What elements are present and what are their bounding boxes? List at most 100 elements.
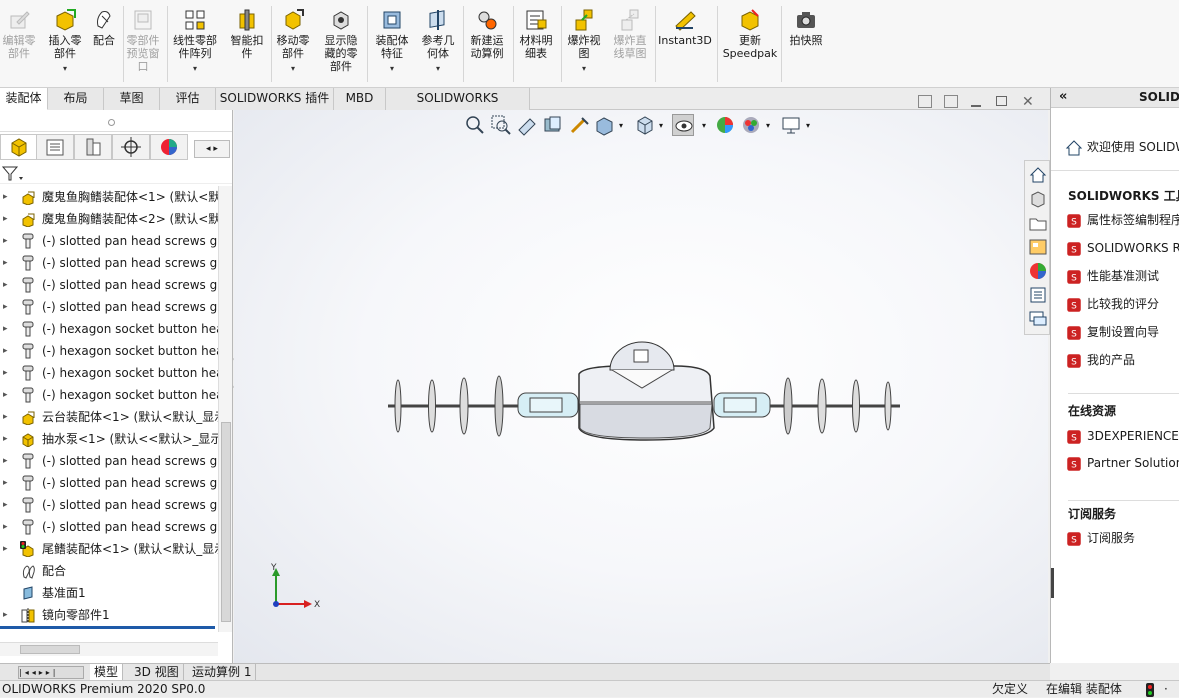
ribbon-button-reference-geometry[interactable]: 参考几 何体 ▾ — [416, 6, 460, 86]
tools-link[interactable]: S 我的产品 — [1065, 350, 1135, 370]
chevron-down-icon[interactable]: ▾ — [416, 62, 460, 75]
configurationmanager-tab[interactable] — [74, 134, 112, 160]
expand-arrow-icon[interactable]: ▸ — [3, 340, 8, 362]
ribbon-button-show-hidden[interactable]: 显示隐 藏的零 部件 — [318, 6, 364, 86]
tree-item[interactable]: ▸ (-) slotted pan head screws gb — [0, 494, 218, 516]
design-library-icon[interactable] — [1028, 189, 1048, 209]
collapse-pane-icon[interactable]: « — [1059, 89, 1067, 104]
filter-icon[interactable] — [2, 165, 24, 183]
tree-item[interactable]: ▸ (-) slotted pan head screws gb — [0, 274, 218, 296]
expand-arrow-icon[interactable]: ▸ — [3, 538, 8, 560]
chevron-down-icon[interactable]: ▾ — [44, 62, 86, 75]
previous-view-icon[interactable] — [918, 95, 932, 108]
tree-item[interactable]: ▸ (-) slotted pan head screws gb — [0, 450, 218, 472]
restore-icon[interactable] — [996, 96, 1007, 106]
panel-splitter[interactable] — [0, 114, 232, 132]
expand-arrow-icon[interactable]: ▸ — [3, 296, 8, 318]
tab-5[interactable]: MBD — [334, 88, 386, 110]
ribbon-button-linear-pattern[interactable]: 线性零部 件阵列 ▾ — [166, 6, 224, 86]
dynamic-annotation-icon[interactable] — [568, 114, 590, 136]
display-style-dropdown[interactable]: ▾ — [659, 121, 663, 130]
expand-arrow-icon[interactable]: ▸ — [3, 318, 8, 340]
tab-2[interactable]: 草图 — [104, 88, 160, 110]
tree-item[interactable]: ▸ 抽水泵<1> (默认<<默认>_显示 — [0, 428, 218, 450]
apply-scene-dropdown[interactable]: ▾ — [766, 121, 770, 130]
tree-item[interactable]: ▸ (-) hexagon socket button hea — [0, 318, 218, 340]
status-more-icon[interactable]: · — [1164, 681, 1168, 698]
expand-arrow-icon[interactable]: ▸ — [3, 274, 8, 296]
tab-3[interactable]: 评估 — [160, 88, 216, 110]
tree-vertical-scrollbar[interactable] — [218, 186, 232, 632]
tree-item[interactable]: ▸ (-) slotted pan head screws gb — [0, 252, 218, 274]
tree-item[interactable]: ▸ (-) hexagon socket button hea — [0, 384, 218, 406]
tools-link[interactable]: S 属性标签编制程序 — [1065, 210, 1179, 230]
display-style-icon[interactable] — [634, 114, 656, 136]
tree-item[interactable]: ▸ 魔鬼鱼胸鳍装配体<1> (默认<默 — [0, 186, 218, 208]
tree-item[interactable]: 基准面1 — [0, 582, 218, 604]
expand-arrow-icon[interactable]: ▸ — [3, 604, 8, 626]
tab-0[interactable]: 装配体 — [0, 88, 48, 110]
view-orientation-dropdown[interactable]: ▾ — [619, 121, 623, 130]
ribbon-button-move-component[interactable]: 移动零 部件 ▾ — [270, 6, 316, 86]
view-orientation-icon[interactable] — [594, 114, 616, 136]
view-palette-icon[interactable] — [1028, 237, 1048, 257]
file-explorer-icon[interactable] — [1028, 213, 1048, 233]
expand-arrow-icon[interactable]: ▸ — [3, 472, 8, 494]
ribbon-button-edit-component[interactable]: 编辑零 部件 — [0, 6, 38, 86]
tools-link[interactable]: S 性能基准测试 — [1065, 266, 1159, 286]
hide-show-items-icon[interactable] — [672, 114, 694, 136]
zoom-to-fit-icon[interactable] — [464, 114, 486, 136]
tree-item[interactable]: ▸ 云台装配体<1> (默认<默认_显示 — [0, 406, 218, 428]
ribbon-button-smart-fasteners[interactable]: 智能扣 件 — [226, 6, 268, 86]
ribbon-button-insert-component[interactable]: 插入零 部件 ▾ — [44, 6, 86, 86]
dimxpert-tab[interactable] — [112, 134, 150, 160]
expand-arrow-icon[interactable]: ▸ — [3, 516, 8, 538]
bottom-tab-2[interactable]: 运动算例 1 — [188, 664, 257, 681]
expand-arrow-icon[interactable]: ▸ — [3, 252, 8, 274]
expand-arrow-icon[interactable]: ▸ — [3, 428, 8, 450]
display-manager-tab[interactable] — [150, 134, 188, 160]
chevron-down-icon[interactable]: ▾ — [270, 62, 316, 75]
tree-item[interactable]: 配合 — [0, 560, 218, 582]
tree-item[interactable]: ▸ (-) slotted pan head screws gb — [0, 296, 218, 318]
tab-scroll-arrows[interactable]: ◂ ▸ — [194, 140, 230, 158]
welcome-link[interactable]: 欢迎使用 SOLIDW — [1065, 137, 1179, 157]
tab-1[interactable]: 布局 — [48, 88, 104, 110]
tree-item[interactable]: ▸ (-) hexagon socket button hea — [0, 340, 218, 362]
tree-item[interactable]: ▸ 魔鬼鱼胸鳍装配体<2> (默认<默 — [0, 208, 218, 230]
ribbon-button-explode-line-sketch[interactable]: 爆炸直 线草图 — [608, 6, 652, 86]
featuremanager-tab[interactable] — [0, 134, 38, 160]
expand-arrow-icon[interactable]: ▸ — [3, 384, 8, 406]
tree-item[interactable]: ▸ 尾鳍装配体<1> (默认<默认_显示 — [0, 538, 218, 560]
tree-item[interactable]: ▸ (-) hexagon socket button hea — [0, 362, 218, 384]
ribbon-button-snapshot[interactable]: 拍快照 — [784, 6, 828, 86]
tree-item[interactable]: ▸ 镜向零部件1 — [0, 604, 218, 626]
bottom-tab-1[interactable]: 3D 视图 — [130, 664, 184, 681]
rollback-bar[interactable] — [0, 626, 215, 629]
subscription-link[interactable]: S 订阅服务 — [1065, 528, 1135, 548]
expand-arrow-icon[interactable]: ▸ — [3, 362, 8, 384]
tools-link[interactable]: S 比较我的评分 — [1065, 294, 1159, 314]
minimize-icon[interactable] — [971, 105, 981, 107]
expand-arrow-icon[interactable]: ▸ — [3, 450, 8, 472]
tools-link[interactable]: S SOLIDWORKS Rx — [1065, 238, 1179, 258]
tree-item[interactable]: ▸ (-) slotted pan head screws gb — [0, 516, 218, 538]
ribbon-button-assembly-features[interactable]: 装配体 特征 ▾ — [370, 6, 414, 86]
section-view-icon[interactable] — [542, 114, 564, 136]
bottom-tab-0[interactable]: 模型 — [90, 664, 124, 681]
ribbon-button-bill-of-materials[interactable]: 材料明 细表 — [514, 6, 558, 86]
ribbon-button-component-preview[interactable]: 零部件 预览窗 口 — [122, 6, 164, 86]
ribbon-button-mate[interactable]: 配合 — [88, 6, 120, 86]
tab-6[interactable]: SOLIDWORKS Inspection — [386, 88, 530, 126]
edit-appearance-icon[interactable] — [714, 114, 736, 136]
chevron-down-icon[interactable]: ▾ — [562, 62, 606, 75]
tree-horizontal-scrollbar[interactable] — [0, 642, 218, 656]
assembly-model[interactable] — [384, 330, 904, 450]
chevron-down-icon[interactable]: ▾ — [370, 62, 414, 75]
expand-arrow-icon[interactable]: ▸ — [3, 230, 8, 252]
tab-navigation-arrows[interactable]: |◂◂▸▸| — [18, 666, 84, 679]
tools-link[interactable]: S 复制设置向导 — [1065, 322, 1159, 342]
expand-arrow-icon[interactable]: ▸ — [3, 186, 8, 208]
online-link[interactable]: S Partner Solutions — [1065, 453, 1179, 473]
ribbon-button-new-motion-study[interactable]: 新建运 动算例 — [464, 6, 510, 86]
